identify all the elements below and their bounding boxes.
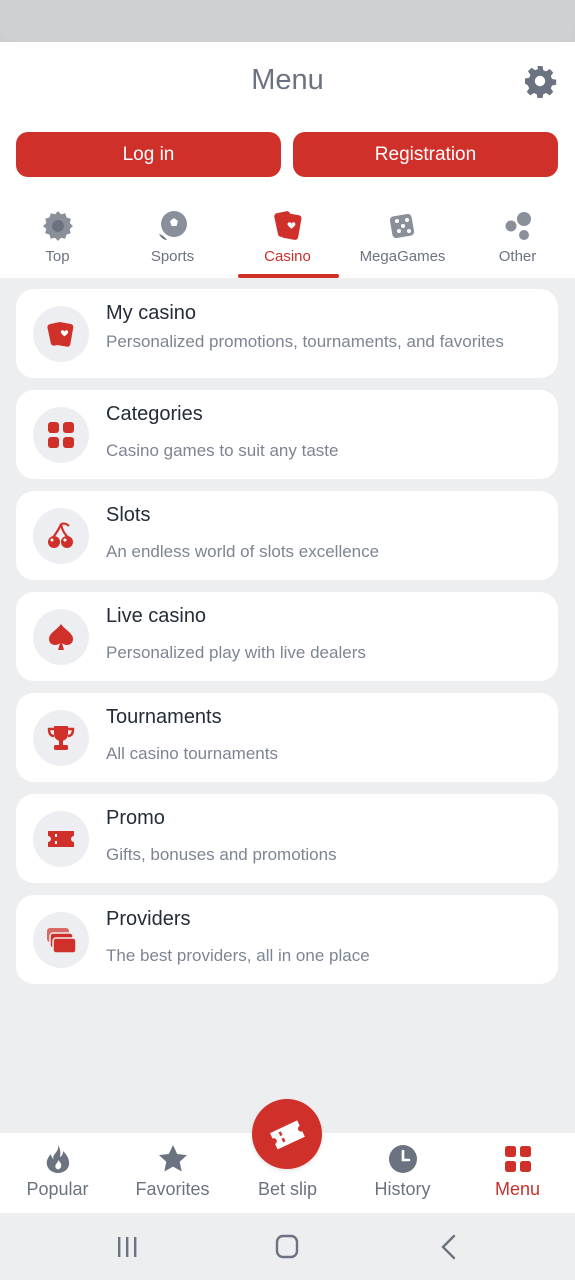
ticket-icon [270,1120,305,1150]
nav-label: Bet slip [257,1179,318,1199]
menu-item-title: Tournaments [106,706,222,728]
flame-icon [46,1145,69,1173]
menu-item-icon-wrap [33,407,89,463]
menu-item-icon-wrap [33,710,89,766]
playing-cards-icon [273,211,301,240]
menu-item-icon-wrap [33,306,89,362]
tab-label: Top [45,248,70,265]
back-icon[interactable] [429,1233,469,1261]
menu-item-subtitle: Personalized promotions, tournaments, an… [106,332,504,351]
nav-favorites[interactable]: Favorites [115,1133,230,1213]
grid-icon [48,422,74,448]
tab-label: Casino [264,248,311,265]
menu-item-icon-wrap [33,912,89,968]
system-navigation-bar [0,1213,575,1280]
nav-label: History [374,1179,431,1199]
tab-label: MegaGames [359,248,446,265]
registration-button[interactable]: Registration [293,132,558,177]
menu-item-subtitle: Casino games to suit any taste [106,441,339,460]
menu-item-subtitle: Personalized play with live dealers [106,643,366,662]
menu-item-icon-wrap [33,609,89,665]
nav-label: Favorites [135,1179,210,1199]
clock-icon [388,1145,417,1173]
trophy-icon [47,726,75,750]
nav-menu[interactable]: Menu [460,1133,575,1213]
star-icon [158,1145,187,1172]
menu-item-promo[interactable]: Promo Gifts, bonuses and promotions [16,794,558,883]
soccer-ball-icon [158,211,187,240]
nav-history[interactable]: History [345,1133,460,1213]
bubbles-icon [505,212,531,240]
nav-popular[interactable]: Popular [0,1133,115,1213]
menu-item-subtitle: An endless world of slots excellence [106,542,380,561]
menu-item-my-casino[interactable]: My casino Personalized promotions, tourn… [16,289,558,378]
cherries-icon [48,522,73,548]
tab-top[interactable]: Top [0,202,115,278]
menu-item-categories[interactable]: Categories Casino games to suit any tast… [16,390,558,479]
tab-label: Other [498,248,537,265]
ticket-icon [48,831,74,847]
tab-sports[interactable]: Sports [115,202,230,278]
recent-apps-icon[interactable] [107,1233,147,1261]
nav-label: Popular [26,1179,89,1199]
page-title: Menu [251,64,324,96]
menu-item-providers[interactable]: Providers The best providers, all in one… [16,895,558,984]
playing-cards-icon [47,322,74,347]
gear-icon[interactable] [523,64,557,98]
menu-item-tournaments[interactable]: Tournaments All casino tournaments [16,693,558,782]
grid-icon [504,1146,531,1172]
tab-label: Sports [150,248,195,265]
home-icon[interactable] [267,1233,307,1261]
menu-item-title: My casino [106,302,197,324]
menu-item-subtitle: All casino tournaments [106,744,278,763]
menu-item-icon-wrap [33,508,89,564]
spade-icon [49,624,73,650]
menu-item-title: Providers [106,908,191,930]
gear-badge-icon [42,211,73,241]
tab-casino[interactable]: Casino [230,202,345,278]
category-tabs: Top Sports Casino MegaGames Other [0,202,575,278]
active-tab-indicator [238,274,339,278]
nav-label: Menu [494,1179,541,1199]
stacked-cards-icon [47,928,77,954]
sheet-handle-area [0,0,575,44]
menu-item-subtitle: Gifts, bonuses and promotions [106,845,337,864]
menu-item-title: Live casino [106,605,207,627]
menu-item-title: Slots [106,504,151,526]
tab-megagames[interactable]: MegaGames [345,202,460,278]
tab-other[interactable]: Other [460,202,575,278]
menu-item-subtitle: The best providers, all in one place [106,946,370,965]
menu-header: Menu Log in Registration Top Sports Casi… [0,42,575,278]
bet-slip-button[interactable] [252,1099,322,1169]
login-button[interactable]: Log in [16,132,281,177]
menu-item-title: Categories [106,403,203,425]
menu-item-icon-wrap [33,811,89,867]
menu-item-slots[interactable]: Slots An endless world of slots excellen… [16,491,558,580]
menu-item-live-casino[interactable]: Live casino Personalized play with live … [16,592,558,681]
menu-item-title: Promo [106,807,165,829]
dice-icon [389,213,414,239]
